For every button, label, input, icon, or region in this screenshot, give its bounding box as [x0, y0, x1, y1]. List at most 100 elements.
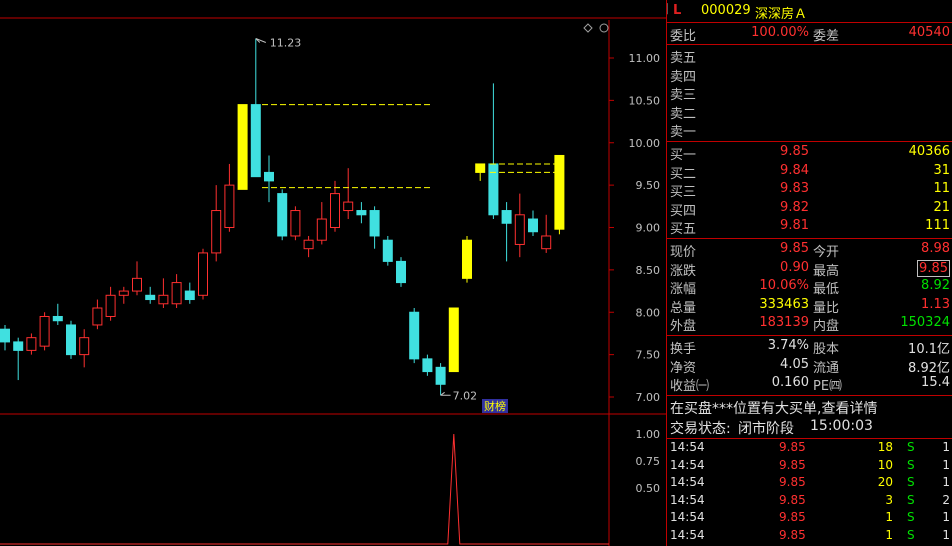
- quote-label: 涨幅: [670, 282, 697, 297]
- tick-side: S: [907, 492, 915, 507]
- tick-row[interactable]: 14:54 9.85 1 S 1: [667, 528, 952, 546]
- price-tick-label: 9.50: [636, 179, 661, 192]
- bid-label: 买三: [670, 185, 697, 200]
- quote-row: 总量 333463 量比 1.13: [667, 297, 952, 316]
- price-tick-label: 10.00: [629, 137, 661, 150]
- stock-code[interactable]: 000029: [701, 3, 751, 18]
- tick-volume: 1: [885, 510, 893, 524]
- tick-side: S: [907, 457, 915, 472]
- price-tick-label: 7.50: [636, 349, 661, 362]
- ask-label: 卖四: [670, 69, 697, 85]
- weibi-label: 委比: [670, 29, 697, 44]
- candle-body: [198, 252, 208, 296]
- candle-body: [488, 163, 499, 216]
- candle-body: [52, 315, 63, 322]
- tick-price: 9.85: [779, 457, 806, 472]
- quote-value-2: 8.98: [921, 241, 950, 256]
- quote-row: 外盘 183139 内盘 150324: [667, 315, 952, 334]
- candle-body: [303, 239, 314, 250]
- quote-value: 10.06%: [759, 278, 809, 293]
- bid-volume: 21: [933, 199, 950, 215]
- bid-label: 买四: [670, 203, 697, 219]
- candle-body: [277, 193, 288, 237]
- bid-row[interactable]: 买一 9.85 40366: [667, 144, 952, 163]
- status-time: 15:00:03: [810, 418, 873, 434]
- bid-row[interactable]: 买四 9.82 21: [667, 199, 952, 219]
- weibi-row: 委比 100.00% 委差 40540: [667, 25, 952, 44]
- bid-row[interactable]: 买五 9.81 111: [667, 218, 952, 237]
- tick-count: 1: [942, 440, 950, 454]
- tick-price: 9.85: [779, 492, 806, 507]
- quote-label: 现价: [670, 245, 697, 260]
- tick-time: 14:54: [670, 527, 705, 542]
- ask-row[interactable]: 卖三: [667, 84, 952, 103]
- candle-body: [290, 210, 301, 237]
- fundamental-label: 收益㈠: [670, 379, 710, 394]
- quote-value-2: 8.92: [921, 278, 950, 293]
- tick-row[interactable]: 14:54 9.85 18 S 1: [667, 440, 952, 458]
- bid-price: 9.84: [780, 162, 809, 178]
- candle-body: [79, 337, 90, 356]
- ask-row[interactable]: 卖四: [667, 66, 952, 85]
- quote-label-2: 量比: [813, 300, 840, 316]
- tick-row[interactable]: 14:54 9.85 1 S 1: [667, 510, 952, 528]
- tick-row[interactable]: 14:54 9.85 3 S 2: [667, 493, 952, 511]
- bid-label: 买一: [670, 148, 697, 163]
- candle-body: [39, 315, 50, 347]
- ask-row[interactable]: 卖一: [667, 121, 952, 140]
- candle-body: [435, 366, 446, 385]
- tick-price: 9.85: [779, 475, 806, 489]
- tick-row[interactable]: 14:54 9.85 20 S 1: [667, 475, 952, 493]
- price-tick-label: 10.50: [629, 94, 661, 107]
- tick-side: S: [907, 510, 915, 524]
- tick-price: 9.85: [779, 510, 806, 524]
- ask-label: 卖一: [670, 125, 697, 140]
- fundamental-value-2: 15.4: [921, 375, 950, 390]
- tick-side: S: [907, 527, 915, 542]
- ask-row[interactable]: 卖五: [667, 47, 952, 66]
- status-label: 交易状态:: [670, 421, 731, 437]
- big-order-notice[interactable]: 在买盘***位置有大买单,查看详情: [670, 398, 877, 418]
- fundamental-row: 收益㈠ 0.160 PE㈣ 15.4: [667, 375, 952, 394]
- stock-name[interactable]: 深深房Ａ: [755, 3, 807, 22]
- fundamental-label: 净资: [670, 360, 697, 376]
- quote-label-2: 最低: [813, 282, 840, 297]
- fundamental-value: 4.05: [780, 356, 809, 372]
- tick-row[interactable]: 14:54 9.85 10 S 1: [667, 458, 952, 476]
- bid-row[interactable]: 买三 9.83 11: [667, 181, 952, 200]
- quote-label: 外盘: [670, 319, 697, 334]
- candle-body: [26, 337, 37, 351]
- candle-body: [475, 163, 486, 173]
- candle-body: [105, 294, 116, 317]
- price-tick-label: 11.00: [629, 52, 661, 65]
- tick-time: 14:54: [670, 457, 705, 472]
- stock-header: L 000029 深深房Ａ: [667, 0, 952, 22]
- ask-label: 卖五: [670, 51, 697, 66]
- kline-chart[interactable]: 11.0010.5010.009.509.008.508.007.507.00 …: [0, 0, 666, 546]
- candle-body: [369, 210, 380, 237]
- candle-body: [211, 210, 222, 254]
- candle-body: [145, 294, 156, 301]
- market-flag: L: [673, 3, 682, 18]
- bid-label: 买五: [670, 222, 697, 237]
- bid-volume: 40366: [908, 144, 950, 159]
- candle-body: [343, 201, 354, 212]
- candle-body: [0, 328, 10, 343]
- fundamental-value: 3.74%: [767, 338, 809, 353]
- tick-price: 9.85: [779, 527, 806, 542]
- tick-volume: 18: [877, 440, 893, 454]
- high-label: 11.23: [270, 37, 302, 50]
- quote-panel: L 000029 深深房Ａ 委比 100.00% 委差 40540 卖五卖四 卖三…: [666, 0, 952, 546]
- bid-price: 9.82: [780, 199, 809, 215]
- tick-volume: 10: [877, 457, 893, 472]
- marker-text: 财榜: [484, 399, 506, 413]
- tick-time: 14:54: [670, 475, 705, 489]
- bid-row[interactable]: 买二 9.84 31: [667, 162, 952, 182]
- tick-time: 14:54: [670, 440, 705, 454]
- ask-row[interactable]: 卖二: [667, 103, 952, 122]
- candle-body: [250, 104, 261, 178]
- tick-side: S: [907, 475, 915, 489]
- tick-volume: 1: [885, 527, 893, 542]
- candle-body: [382, 239, 393, 262]
- candle-body: [448, 307, 459, 373]
